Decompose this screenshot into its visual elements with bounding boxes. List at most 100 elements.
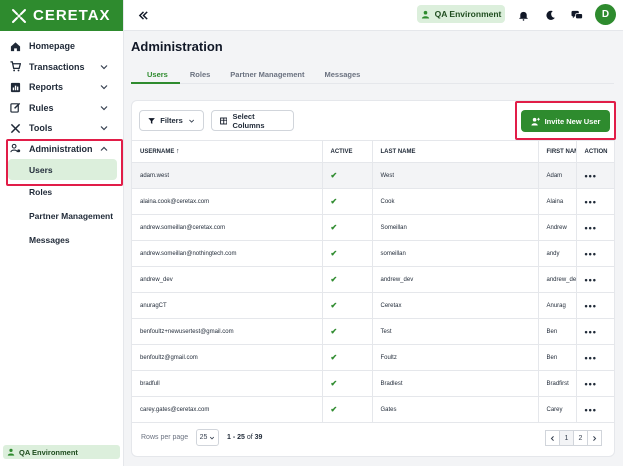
environment-icon (7, 448, 15, 456)
pager: 1 2 (545, 430, 602, 446)
cell-last-name: Bradlest (371, 370, 538, 397)
pagination-footer: Rows per page 25 1 - 25 of 39 1 2 (132, 426, 614, 450)
environment-icon (421, 10, 429, 19)
cart-icon (10, 61, 21, 72)
cell-first-name: Alaina (537, 188, 576, 215)
environment-pill: QA Environment (417, 5, 505, 23)
active-check-icon: ✔ (321, 344, 372, 371)
table-row[interactable]: andrew.someillan@ceretax.com ✔ Someillan An… (132, 214, 614, 241)
column-header-action: ACTION (575, 140, 614, 163)
highlight-box-administration (6, 139, 123, 186)
sidebar-item-homepage[interactable]: Homepage (0, 36, 123, 57)
tab-users[interactable]: Users (131, 66, 180, 84)
row-actions-button[interactable]: ••• (575, 188, 614, 215)
double-chevron-left-icon (138, 10, 148, 20)
bell-icon (518, 11, 528, 21)
environment-badge-label: QA Environment (19, 447, 78, 457)
select-columns-button[interactable]: Select Columns (211, 110, 294, 131)
sidebar-item-label: Transactions (29, 61, 85, 72)
cell-username: bradfull (132, 370, 322, 397)
table-row[interactable]: adam.west ✔ West Adam ••• (132, 162, 614, 189)
sidebar-subitem-partner-management[interactable]: Partner Management (0, 204, 123, 228)
pagination-range: 1 - 25 of 39 (227, 434, 262, 441)
row-actions-button[interactable]: ••• (575, 396, 614, 423)
row-actions-button[interactable]: ••• (575, 240, 614, 267)
messages-button[interactable] (567, 5, 587, 25)
cell-first-name: Ben (537, 318, 576, 345)
cell-username: andrew_dev (132, 266, 322, 293)
range-text: 1 - 25 (227, 434, 245, 441)
cell-last-name: Test (371, 318, 538, 345)
user-avatar[interactable]: D (595, 4, 616, 25)
moon-icon (545, 10, 555, 20)
chevron-down-icon (99, 82, 109, 92)
page-button-2[interactable]: 2 (573, 430, 588, 446)
table-row[interactable]: anuragCT ✔ Ceretax Anurag ••• (132, 292, 614, 319)
notifications-button[interactable] (513, 5, 533, 25)
environment-badge: QA Environment (3, 445, 120, 459)
sidebar-item-transactions[interactable]: Transactions (0, 57, 123, 78)
table-row[interactable]: benfoultz+newusertest@gmail.com ✔ Test Ben •… (132, 318, 614, 345)
table-row[interactable]: alaina.cook@ceretax.com ✔ Cook Alaina ••• (132, 188, 614, 215)
table-row[interactable]: bradfull ✔ Bradlest Bradfirst ••• (132, 370, 614, 397)
tab-roles[interactable]: Roles (180, 66, 220, 84)
sidebar-item-reports[interactable]: Reports (0, 77, 123, 98)
cell-first-name: andy (537, 240, 576, 267)
highlight-box-invite (515, 101, 616, 140)
row-actions-button[interactable]: ••• (575, 214, 614, 241)
sort-ascending-icon: ↑ (176, 148, 180, 155)
column-header-active[interactable]: ACTIVE (321, 140, 372, 163)
row-actions-button[interactable]: ••• (575, 344, 614, 371)
logo-bar[interactable]: CERETAX (0, 0, 123, 31)
column-header-last-name[interactable]: LAST NAME (371, 140, 538, 163)
theme-toggle-button[interactable] (540, 5, 560, 25)
cell-username: adam.west (132, 162, 322, 189)
sidebar-subitem-label: Roles (29, 187, 53, 197)
rows-per-page-select[interactable]: 25 (196, 429, 219, 446)
cell-first-name: Carey (537, 396, 576, 423)
table-row[interactable]: carey.gates@ceretax.com ✔ Gates Carey ••• (132, 396, 614, 423)
active-check-icon: ✔ (321, 214, 372, 241)
collapse-sidebar-button[interactable] (134, 6, 152, 24)
sidebar-subitem-label: Partner Management (29, 211, 114, 221)
sidebar: CERETAX Homepage Transactions Reports Ru… (0, 0, 124, 466)
row-actions-button[interactable]: ••• (575, 318, 614, 345)
row-actions-button[interactable]: ••• (575, 292, 614, 319)
row-actions-button[interactable]: ••• (575, 266, 614, 293)
active-check-icon: ✔ (321, 370, 372, 397)
cell-first-name: Andrew (537, 214, 576, 241)
table-row[interactable]: andrew_dev ✔ andrew_dev andrew_de ••• (132, 266, 614, 293)
cell-username: andrew.someillan@ceretax.com (132, 214, 322, 241)
prev-page-button[interactable] (545, 430, 560, 446)
chevron-down-icon (99, 62, 109, 72)
chevron-down-icon (99, 123, 109, 133)
range-total: 39 (254, 434, 263, 441)
page-button-1[interactable]: 1 (559, 430, 574, 446)
table-row[interactable]: andrew.someillan@nothingtech.com ✔ someill… (132, 240, 614, 267)
chevron-right-icon (593, 435, 597, 441)
filters-button[interactable]: Filters (139, 110, 204, 131)
sidebar-item-rules[interactable]: Rules (0, 98, 123, 119)
sidebar-subitem-messages[interactable]: Messages (0, 228, 123, 252)
users-table: USERNAME ↑ ACTIVE LAST NAME FIRST NAM AC… (132, 140, 614, 423)
tab-partner-management[interactable]: Partner Management (220, 66, 314, 84)
table-row[interactable]: benfoultz@gmail.com ✔ Foultz Ben ••• (132, 344, 614, 371)
environment-pill-label: QA Environment (434, 9, 502, 19)
column-header-first-name[interactable]: FIRST NAM (537, 140, 576, 163)
row-actions-button[interactable]: ••• (575, 162, 614, 189)
cell-last-name: Gates (371, 396, 538, 423)
column-header-username[interactable]: USERNAME ↑ (132, 140, 322, 163)
active-check-icon: ✔ (321, 396, 372, 423)
cell-last-name: Cook (371, 188, 538, 215)
admin-tabs: Users Roles Partner Management Messages (131, 66, 614, 84)
cell-first-name: Bradfirst (537, 370, 576, 397)
cell-username: andrew.someillan@nothingtech.com (132, 240, 322, 267)
sidebar-item-tools[interactable]: Tools (0, 118, 123, 139)
filters-label: Filters (160, 116, 183, 125)
tab-messages[interactable]: Messages (314, 66, 370, 84)
cell-last-name: Ceretax (371, 292, 538, 319)
next-page-button[interactable] (587, 430, 602, 446)
chat-icon (571, 10, 583, 19)
row-actions-button[interactable]: ••• (575, 370, 614, 397)
cell-last-name: someillan (371, 240, 538, 267)
